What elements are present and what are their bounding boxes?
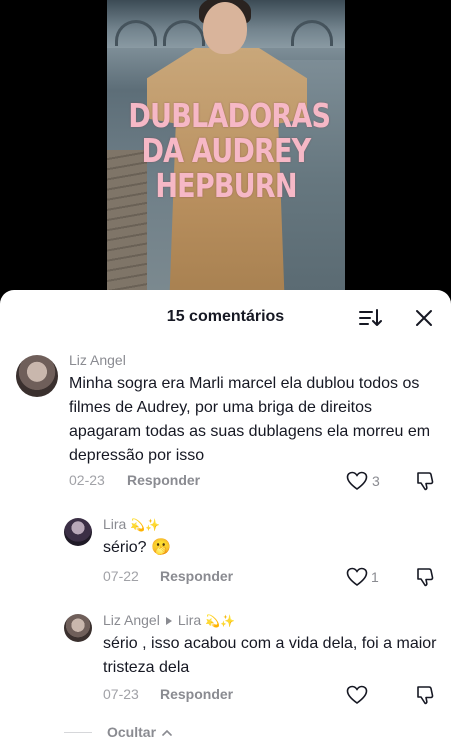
like-count: 3 xyxy=(372,473,380,489)
reply-button[interactable]: Responder xyxy=(127,472,200,488)
divider xyxy=(64,732,92,733)
reply-button[interactable]: Responder xyxy=(160,568,233,584)
close-icon[interactable] xyxy=(413,307,435,329)
avatar[interactable] xyxy=(64,614,92,642)
hide-replies-button[interactable]: Ocultar xyxy=(107,724,172,740)
dislike-icon[interactable] xyxy=(415,470,437,492)
video-frame: DUBLADORAS DA AUDREY HEPBURN xyxy=(107,0,345,300)
reply-username-line[interactable]: Lira 💫✨ xyxy=(103,516,160,532)
video-overlay-title: DUBLADORAS DA AUDREY HEPBURN xyxy=(128,96,331,205)
overlay-line: DA AUDREY xyxy=(141,131,312,170)
figure-head xyxy=(203,2,247,54)
reply-arrow-icon xyxy=(165,616,172,625)
user-badge: 💫✨ xyxy=(205,614,235,628)
user-badge: 💫✨ xyxy=(130,518,161,532)
heart-icon[interactable] xyxy=(346,567,368,587)
comments-sheet: 15 comentários Liz Angel Minha sogra era… xyxy=(0,290,451,750)
reply-username[interactable]: Lira xyxy=(103,516,126,532)
avatar[interactable] xyxy=(64,518,92,546)
comment-date: 02-23 xyxy=(69,472,105,488)
reply-text[interactable]: sério , isso acabou com a vida dela, foi… xyxy=(103,632,443,680)
reply-username[interactable]: Liz Angel xyxy=(103,612,160,628)
reply-date: 07-23 xyxy=(103,686,139,702)
sort-icon[interactable] xyxy=(358,307,382,329)
comment-username[interactable]: Liz Angel xyxy=(69,352,126,368)
chevron-up-icon xyxy=(162,729,172,736)
dislike-icon[interactable] xyxy=(415,684,437,706)
hide-replies-label[interactable]: Ocultar xyxy=(107,724,156,740)
heart-icon[interactable] xyxy=(346,471,368,491)
overlay-line: HEPBURN xyxy=(155,166,297,205)
comments-count-title: 15 comentários xyxy=(166,308,285,325)
overlay-line: DUBLADORAS xyxy=(128,96,331,135)
heart-icon[interactable] xyxy=(346,685,368,705)
reply-date: 07-22 xyxy=(103,568,139,584)
comments-header: 15 comentários xyxy=(0,290,451,346)
reply-username-line[interactable]: Liz Angel Lira 💫✨ xyxy=(103,612,235,628)
comment-text[interactable]: Minha sogra era Marli marcel ela dublou … xyxy=(69,372,439,468)
dislike-icon[interactable] xyxy=(415,566,437,588)
like-count: 1 xyxy=(371,569,379,585)
reply-button[interactable]: Responder xyxy=(160,686,233,702)
video-player[interactable]: DUBLADORAS DA AUDREY HEPBURN xyxy=(0,0,451,300)
reply-to-username[interactable]: Lira xyxy=(178,612,201,628)
avatar[interactable] xyxy=(16,355,58,397)
reply-text[interactable]: sério? 🫢 xyxy=(103,536,438,560)
